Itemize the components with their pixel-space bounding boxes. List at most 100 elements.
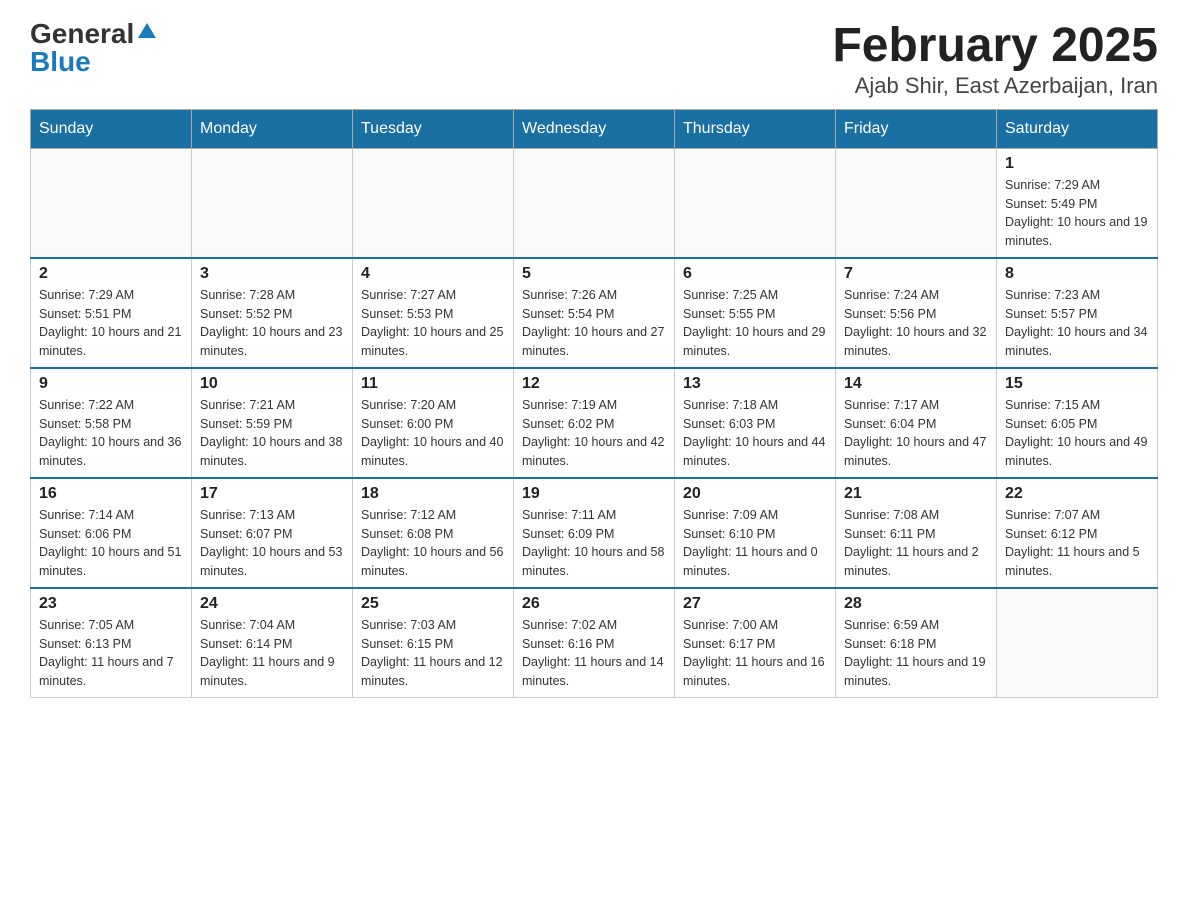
calendar-cell: 21 Sunrise: 7:08 AMSunset: 6:11 PMDayligh… — [836, 478, 997, 588]
weekday-header-thursday: Thursday — [675, 109, 836, 148]
calendar-cell — [514, 148, 675, 258]
day-info: Sunrise: 7:23 AMSunset: 5:57 PMDaylight:… — [1005, 286, 1149, 361]
calendar-cell — [31, 148, 192, 258]
day-number: 1 — [1005, 155, 1149, 173]
logo: General Blue — [30, 20, 156, 76]
day-number: 20 — [683, 485, 827, 503]
day-info: Sunrise: 7:09 AMSunset: 6:10 PMDaylight:… — [683, 506, 827, 581]
calendar-cell: 10 Sunrise: 7:21 AMSunset: 5:59 PMDayligh… — [192, 368, 353, 478]
day-number: 5 — [522, 265, 666, 283]
logo-triangle-icon — [138, 23, 156, 38]
calendar-cell: 12 Sunrise: 7:19 AMSunset: 6:02 PMDayligh… — [514, 368, 675, 478]
day-number: 24 — [200, 595, 344, 613]
day-number: 25 — [361, 595, 505, 613]
calendar-cell: 6 Sunrise: 7:25 AMSunset: 5:55 PMDaylight… — [675, 258, 836, 368]
day-number: 14 — [844, 375, 988, 393]
day-number: 6 — [683, 265, 827, 283]
day-number: 19 — [522, 485, 666, 503]
day-info: Sunrise: 7:26 AMSunset: 5:54 PMDaylight:… — [522, 286, 666, 361]
day-info: Sunrise: 7:19 AMSunset: 6:02 PMDaylight:… — [522, 396, 666, 471]
calendar-body: 1 Sunrise: 7:29 AMSunset: 5:49 PMDaylight… — [31, 148, 1158, 697]
day-number: 23 — [39, 595, 183, 613]
calendar-cell: 22 Sunrise: 7:07 AMSunset: 6:12 PMDayligh… — [997, 478, 1158, 588]
calendar-cell: 8Sunrise: 7:23 AMSunset: 5:57 PMDaylight… — [997, 258, 1158, 368]
day-number: 12 — [522, 375, 666, 393]
day-info: Sunrise: 7:29 AMSunset: 5:49 PMDaylight:… — [1005, 176, 1149, 251]
day-number: 15 — [1005, 375, 1149, 393]
weekday-header-tuesday: Tuesday — [353, 109, 514, 148]
day-info: Sunrise: 7:17 AMSunset: 6:04 PMDaylight:… — [844, 396, 988, 471]
day-number: 9 — [39, 375, 183, 393]
day-number: 27 — [683, 595, 827, 613]
calendar-cell: 25 Sunrise: 7:03 AMSunset: 6:15 PMDayligh… — [353, 588, 514, 698]
calendar-cell: 27 Sunrise: 7:00 AMSunset: 6:17 PMDayligh… — [675, 588, 836, 698]
day-info: Sunrise: 7:13 AMSunset: 6:07 PMDaylight:… — [200, 506, 344, 581]
day-info: Sunrise: 7:08 AMSunset: 6:11 PMDaylight:… — [844, 506, 988, 581]
calendar-cell: 13Sunrise: 7:18 AMSunset: 6:03 PMDayligh… — [675, 368, 836, 478]
calendar-cell — [675, 148, 836, 258]
calendar-cell: 11Sunrise: 7:20 AMSunset: 6:00 PMDayligh… — [353, 368, 514, 478]
calendar-cell: 23 Sunrise: 7:05 AMSunset: 6:13 PMDayligh… — [31, 588, 192, 698]
day-number: 28 — [844, 595, 988, 613]
calendar-cell: 19Sunrise: 7:11 AMSunset: 6:09 PMDayligh… — [514, 478, 675, 588]
calendar-cell: 1 Sunrise: 7:29 AMSunset: 5:49 PMDaylight… — [997, 148, 1158, 258]
calendar-cell: 15 Sunrise: 7:15 AMSunset: 6:05 PMDayligh… — [997, 368, 1158, 478]
day-number: 10 — [200, 375, 344, 393]
day-info: Sunrise: 7:28 AMSunset: 5:52 PMDaylight:… — [200, 286, 344, 361]
day-info: Sunrise: 7:02 AMSunset: 6:16 PMDaylight:… — [522, 616, 666, 691]
calendar-week-row: 23 Sunrise: 7:05 AMSunset: 6:13 PMDayligh… — [31, 588, 1158, 698]
day-info: Sunrise: 7:00 AMSunset: 6:17 PMDaylight:… — [683, 616, 827, 691]
day-number: 2 — [39, 265, 183, 283]
day-info: Sunrise: 7:25 AMSunset: 5:55 PMDaylight:… — [683, 286, 827, 361]
calendar-cell — [836, 148, 997, 258]
day-info: Sunrise: 7:12 AMSunset: 6:08 PMDaylight:… — [361, 506, 505, 581]
day-number: 3 — [200, 265, 344, 283]
weekday-header-monday: Monday — [192, 109, 353, 148]
calendar-week-row: 16Sunrise: 7:14 AMSunset: 6:06 PMDayligh… — [31, 478, 1158, 588]
day-info: Sunrise: 7:14 AMSunset: 6:06 PMDaylight:… — [39, 506, 183, 581]
day-info: Sunrise: 7:04 AMSunset: 6:14 PMDaylight:… — [200, 616, 344, 691]
calendar-cell: 24 Sunrise: 7:04 AMSunset: 6:14 PMDayligh… — [192, 588, 353, 698]
page-header: General Blue February 2025 Ajab Shir, Ea… — [30, 20, 1158, 99]
calendar-cell — [353, 148, 514, 258]
calendar-cell: 18 Sunrise: 7:12 AMSunset: 6:08 PMDayligh… — [353, 478, 514, 588]
calendar-cell: 5 Sunrise: 7:26 AMSunset: 5:54 PMDaylight… — [514, 258, 675, 368]
day-number: 17 — [200, 485, 344, 503]
title-block: February 2025 Ajab Shir, East Azerbaijan… — [832, 20, 1158, 99]
day-number: 11 — [361, 375, 505, 393]
calendar-cell: 14 Sunrise: 7:17 AMSunset: 6:04 PMDayligh… — [836, 368, 997, 478]
day-info: Sunrise: 7:07 AMSunset: 6:12 PMDaylight:… — [1005, 506, 1149, 581]
weekday-header-row: SundayMondayTuesdayWednesdayThursdayFrid… — [31, 109, 1158, 148]
calendar-cell: 16Sunrise: 7:14 AMSunset: 6:06 PMDayligh… — [31, 478, 192, 588]
calendar-cell: 9 Sunrise: 7:22 AMSunset: 5:58 PMDaylight… — [31, 368, 192, 478]
day-number: 26 — [522, 595, 666, 613]
calendar-week-row: 9 Sunrise: 7:22 AMSunset: 5:58 PMDaylight… — [31, 368, 1158, 478]
day-info: Sunrise: 7:22 AMSunset: 5:58 PMDaylight:… — [39, 396, 183, 471]
day-info: Sunrise: 6:59 AMSunset: 6:18 PMDaylight:… — [844, 616, 988, 691]
calendar-cell: 3 Sunrise: 7:28 AMSunset: 5:52 PMDaylight… — [192, 258, 353, 368]
day-info: Sunrise: 7:05 AMSunset: 6:13 PMDaylight:… — [39, 616, 183, 691]
day-info: Sunrise: 7:24 AMSunset: 5:56 PMDaylight:… — [844, 286, 988, 361]
day-info: Sunrise: 7:27 AMSunset: 5:53 PMDaylight:… — [361, 286, 505, 361]
day-info: Sunrise: 7:15 AMSunset: 6:05 PMDaylight:… — [1005, 396, 1149, 471]
calendar-week-row: 2 Sunrise: 7:29 AMSunset: 5:51 PMDaylight… — [31, 258, 1158, 368]
day-number: 7 — [844, 265, 988, 283]
weekday-header-saturday: Saturday — [997, 109, 1158, 148]
calendar-cell: 7 Sunrise: 7:24 AMSunset: 5:56 PMDaylight… — [836, 258, 997, 368]
day-info: Sunrise: 7:21 AMSunset: 5:59 PMDaylight:… — [200, 396, 344, 471]
calendar-cell: 2 Sunrise: 7:29 AMSunset: 5:51 PMDaylight… — [31, 258, 192, 368]
day-info: Sunrise: 7:18 AMSunset: 6:03 PMDaylight:… — [683, 396, 827, 471]
day-number: 4 — [361, 265, 505, 283]
day-info: Sunrise: 7:03 AMSunset: 6:15 PMDaylight:… — [361, 616, 505, 691]
day-number: 22 — [1005, 485, 1149, 503]
logo-general-text: General — [30, 20, 134, 48]
calendar-cell — [997, 588, 1158, 698]
calendar-header: SundayMondayTuesdayWednesdayThursdayFrid… — [31, 109, 1158, 148]
calendar-cell — [192, 148, 353, 258]
day-info: Sunrise: 7:29 AMSunset: 5:51 PMDaylight:… — [39, 286, 183, 361]
day-number: 21 — [844, 485, 988, 503]
weekday-header-sunday: Sunday — [31, 109, 192, 148]
calendar-cell: 28 Sunrise: 6:59 AMSunset: 6:18 PMDayligh… — [836, 588, 997, 698]
calendar-table: SundayMondayTuesdayWednesdayThursdayFrid… — [30, 109, 1158, 698]
day-number: 18 — [361, 485, 505, 503]
